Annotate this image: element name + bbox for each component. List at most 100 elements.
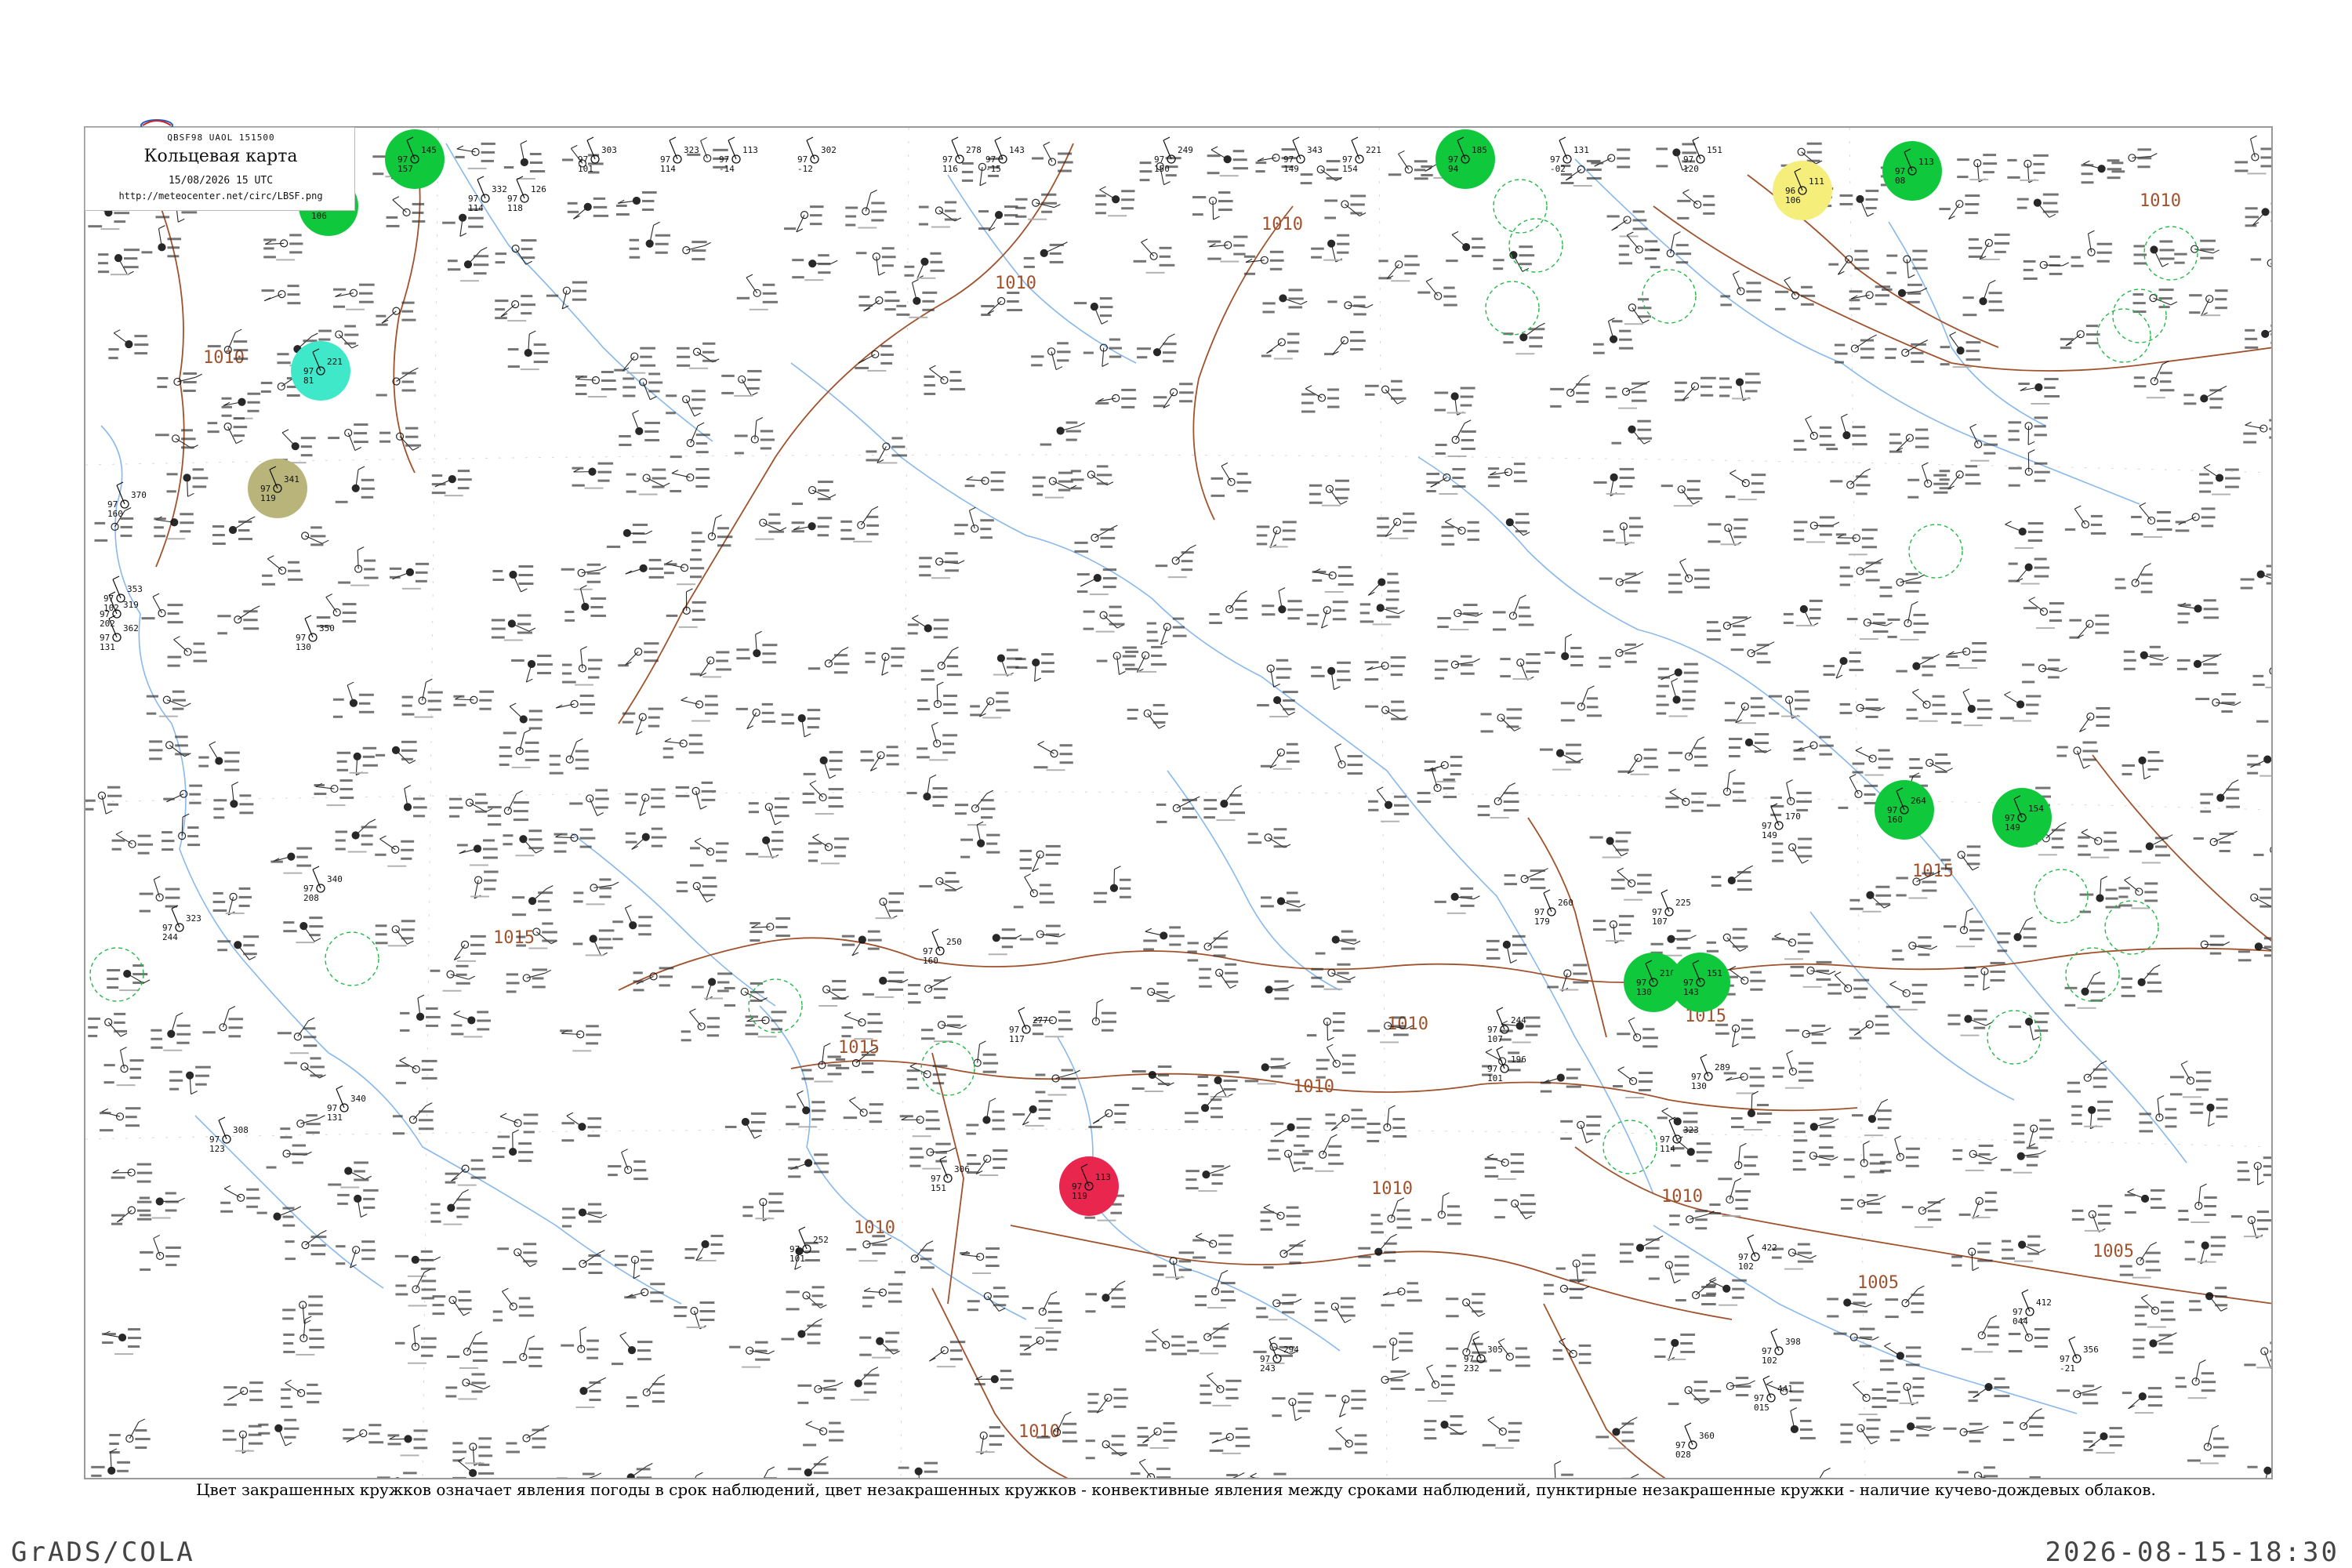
station-glyph (2056, 1385, 2102, 1405)
station-glyph (1145, 1328, 1187, 1356)
wind-barb-feather (806, 136, 814, 141)
station-glyph (2184, 1236, 2227, 1265)
station-glyph (626, 1463, 653, 1478)
station-glyph (1359, 598, 1405, 626)
station-glyph (431, 470, 472, 497)
station-glyph (314, 779, 354, 807)
station-glyph (487, 790, 529, 826)
wind-barb (1163, 140, 1172, 160)
station-glyph (2245, 324, 2271, 349)
station-glyph (2071, 1100, 2113, 1130)
station-glyph (2056, 741, 2099, 769)
station-glyph (167, 636, 208, 667)
wind-barb-feather (1747, 1234, 1755, 1239)
station-glyph (1957, 154, 1998, 183)
station-glyph (1484, 1152, 1525, 1180)
station-glyph (1199, 963, 1239, 989)
station-glyph (166, 468, 209, 497)
station-plot: 34097208 (303, 866, 343, 903)
bulletin-code: QBSF98 UAOL 151500 (167, 132, 275, 143)
station-pressure: 370 (131, 490, 147, 500)
station-glyph (376, 367, 419, 397)
station-dewpoint: -12 (797, 164, 813, 174)
station-glyph (1256, 521, 1297, 549)
station-glyph (455, 142, 495, 169)
station-pressure: 353 (127, 584, 143, 594)
source-url[interactable]: http://meteocenter.net/circ/LBSF.png (93, 191, 348, 201)
wind-barb-feather (1684, 1422, 1692, 1427)
station-glyph (966, 1098, 1006, 1135)
station-dewpoint: 160 (1887, 815, 1903, 825)
station-glyph (2230, 1210, 2271, 1239)
station-glyph (1306, 1012, 1345, 1041)
station-plot: 15197120 (1683, 136, 1722, 174)
station-glyph (336, 1240, 376, 1269)
station-glyph (2118, 876, 2158, 909)
station-glyph (1890, 1417, 1936, 1442)
station-dewpoint: 160 (107, 509, 123, 519)
station-glyph (1312, 565, 1354, 593)
station-glyph (858, 291, 900, 312)
station-glyph (1325, 1389, 1367, 1417)
station-glyph (1595, 1417, 1638, 1450)
station-dewpoint: 101 (1487, 1073, 1503, 1083)
station-glyph (1675, 376, 1716, 401)
station-glyph (1889, 428, 1929, 453)
station-glyph (899, 1110, 941, 1138)
station-glyph (1125, 645, 1167, 673)
wind-barb (112, 579, 122, 599)
station-pressure: 289 (1715, 1062, 1730, 1073)
station-glyph (1500, 653, 1541, 681)
station-glyph (394, 1250, 441, 1277)
station-glyph (1015, 653, 1054, 682)
station-plot: 26097179 (1534, 889, 1573, 927)
station-glyph (1185, 1165, 1231, 1192)
station-pressure: 244 (1511, 1015, 1526, 1025)
station-glyph (1434, 887, 1480, 914)
station-dewpoint: 117 (1009, 1034, 1025, 1044)
station-glyph (1417, 766, 1457, 804)
station-glyph (682, 241, 711, 261)
station-glyph (1146, 617, 1187, 645)
wind-barb-feather (669, 136, 677, 141)
cb-cloud-circle (1485, 281, 1540, 336)
station-glyph (677, 342, 720, 369)
station-dewpoint: 157 (397, 164, 413, 174)
station-glyph (1665, 788, 1707, 812)
station-glyph (1654, 1333, 1696, 1361)
station-glyph (2121, 964, 2162, 997)
cb-cloud-circle (1642, 269, 1697, 324)
station-glyph (328, 423, 368, 451)
wind-barb (2068, 1339, 2078, 1359)
station-glyph (573, 878, 619, 906)
station-glyph (1311, 661, 1351, 691)
station-dewpoint: 208 (303, 893, 319, 903)
wind-barb-feather (1692, 136, 1700, 141)
station-glyph (608, 1149, 648, 1181)
station-glyph (908, 976, 952, 1004)
cb-cloud-circle (1508, 218, 1563, 273)
station-glyph (430, 964, 475, 992)
station-glyph (2114, 563, 2153, 593)
station-dewpoint: -02 (1550, 164, 1566, 174)
station-glyph (1424, 755, 1463, 782)
station-glyph (401, 678, 443, 718)
isobar-label: 1010 (1661, 1187, 1703, 1207)
station-glyph (1827, 1293, 1872, 1318)
station-pressure: 323 (186, 913, 201, 924)
station-glyph (337, 1189, 379, 1218)
station-glyph (919, 552, 965, 579)
station-dewpoint: 150 (1154, 164, 1170, 174)
station-glyph (808, 647, 850, 674)
station-glyph (1493, 245, 1535, 272)
station-glyph (1261, 332, 1300, 360)
wind-barb-feather (1496, 1007, 1504, 1011)
station-glyph (2129, 834, 2173, 864)
wind-barb (1692, 140, 1701, 160)
station-pressure: 113 (742, 145, 758, 155)
station-pressure: 323 (684, 145, 699, 155)
station-dewpoint: 94 (1448, 164, 1459, 174)
station-glyph (898, 1461, 938, 1478)
station-glyph (736, 274, 779, 310)
wind-barb-feather (1269, 1336, 1276, 1341)
